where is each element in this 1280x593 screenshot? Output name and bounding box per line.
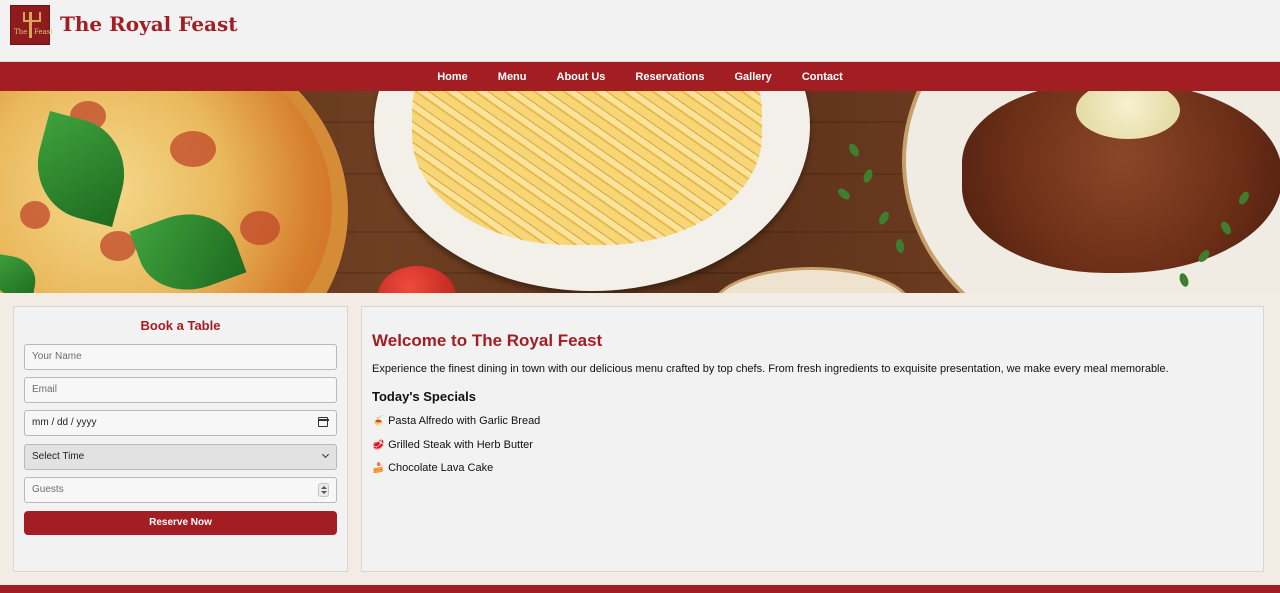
- pasta-icon: 🍝: [372, 416, 385, 427]
- email-input[interactable]: Email: [24, 377, 337, 403]
- nav-contact[interactable]: Contact: [802, 71, 843, 83]
- nav-gallery[interactable]: Gallery: [735, 71, 772, 83]
- special-item-label: Grilled Steak with Herb Butter: [388, 439, 533, 451]
- fork-icon: [23, 12, 41, 38]
- date-value: mm / dd / yyyy: [32, 417, 97, 428]
- welcome-panel: Welcome to The Royal Feast Experience th…: [361, 306, 1264, 572]
- nav-about-us[interactable]: About Us: [557, 71, 606, 83]
- date-input[interactable]: mm / dd / yyyy: [24, 410, 337, 436]
- main-navigation: Home Menu About Us Reservations Gallery …: [0, 62, 1280, 91]
- number-spinner-icon[interactable]: [318, 483, 329, 497]
- steak-icon: 🥩: [372, 440, 385, 451]
- logo-text-left: The: [14, 28, 28, 36]
- time-select[interactable]: Select Time: [24, 444, 337, 470]
- welcome-title: Welcome to The Royal Feast: [372, 331, 603, 350]
- special-item: 🥩 Grilled Steak with Herb Butter: [372, 439, 533, 451]
- logo-text-right: Feast: [34, 28, 54, 36]
- special-item: 🍝 Pasta Alfredo with Garlic Bread: [372, 415, 540, 427]
- name-input[interactable]: Your Name: [24, 344, 337, 370]
- booking-title: Book a Table: [140, 318, 221, 333]
- reserve-now-button[interactable]: Reserve Now: [24, 511, 337, 535]
- site-title[interactable]: The Royal Feast: [60, 12, 238, 36]
- calendar-icon[interactable]: [317, 417, 329, 427]
- site-header: The Feast The Royal Feast: [0, 0, 1280, 62]
- special-item: 🍰 Chocolate Lava Cake: [372, 462, 493, 474]
- nav-home[interactable]: Home: [437, 71, 468, 83]
- chevron-down-icon: [321, 450, 330, 459]
- special-item-label: Chocolate Lava Cake: [388, 462, 494, 474]
- nav-menu[interactable]: Menu: [498, 71, 527, 83]
- special-item-label: Pasta Alfredo with Garlic Bread: [388, 415, 541, 427]
- nav-reservations[interactable]: Reservations: [635, 71, 704, 83]
- logo[interactable]: The Feast: [10, 5, 54, 45]
- guests-placeholder: Guests: [32, 484, 64, 495]
- booking-panel: Book a Table Your Name Email mm / dd / y…: [13, 306, 348, 572]
- time-select-value: Select Time: [32, 451, 85, 462]
- welcome-text: Experience the finest dining in town wit…: [372, 363, 1169, 375]
- cake-icon: 🍰: [372, 463, 385, 474]
- hero-banner: [0, 91, 1280, 293]
- footer-bar: [0, 585, 1280, 593]
- specials-title: Today's Specials: [372, 389, 477, 404]
- guests-input[interactable]: Guests: [24, 477, 337, 503]
